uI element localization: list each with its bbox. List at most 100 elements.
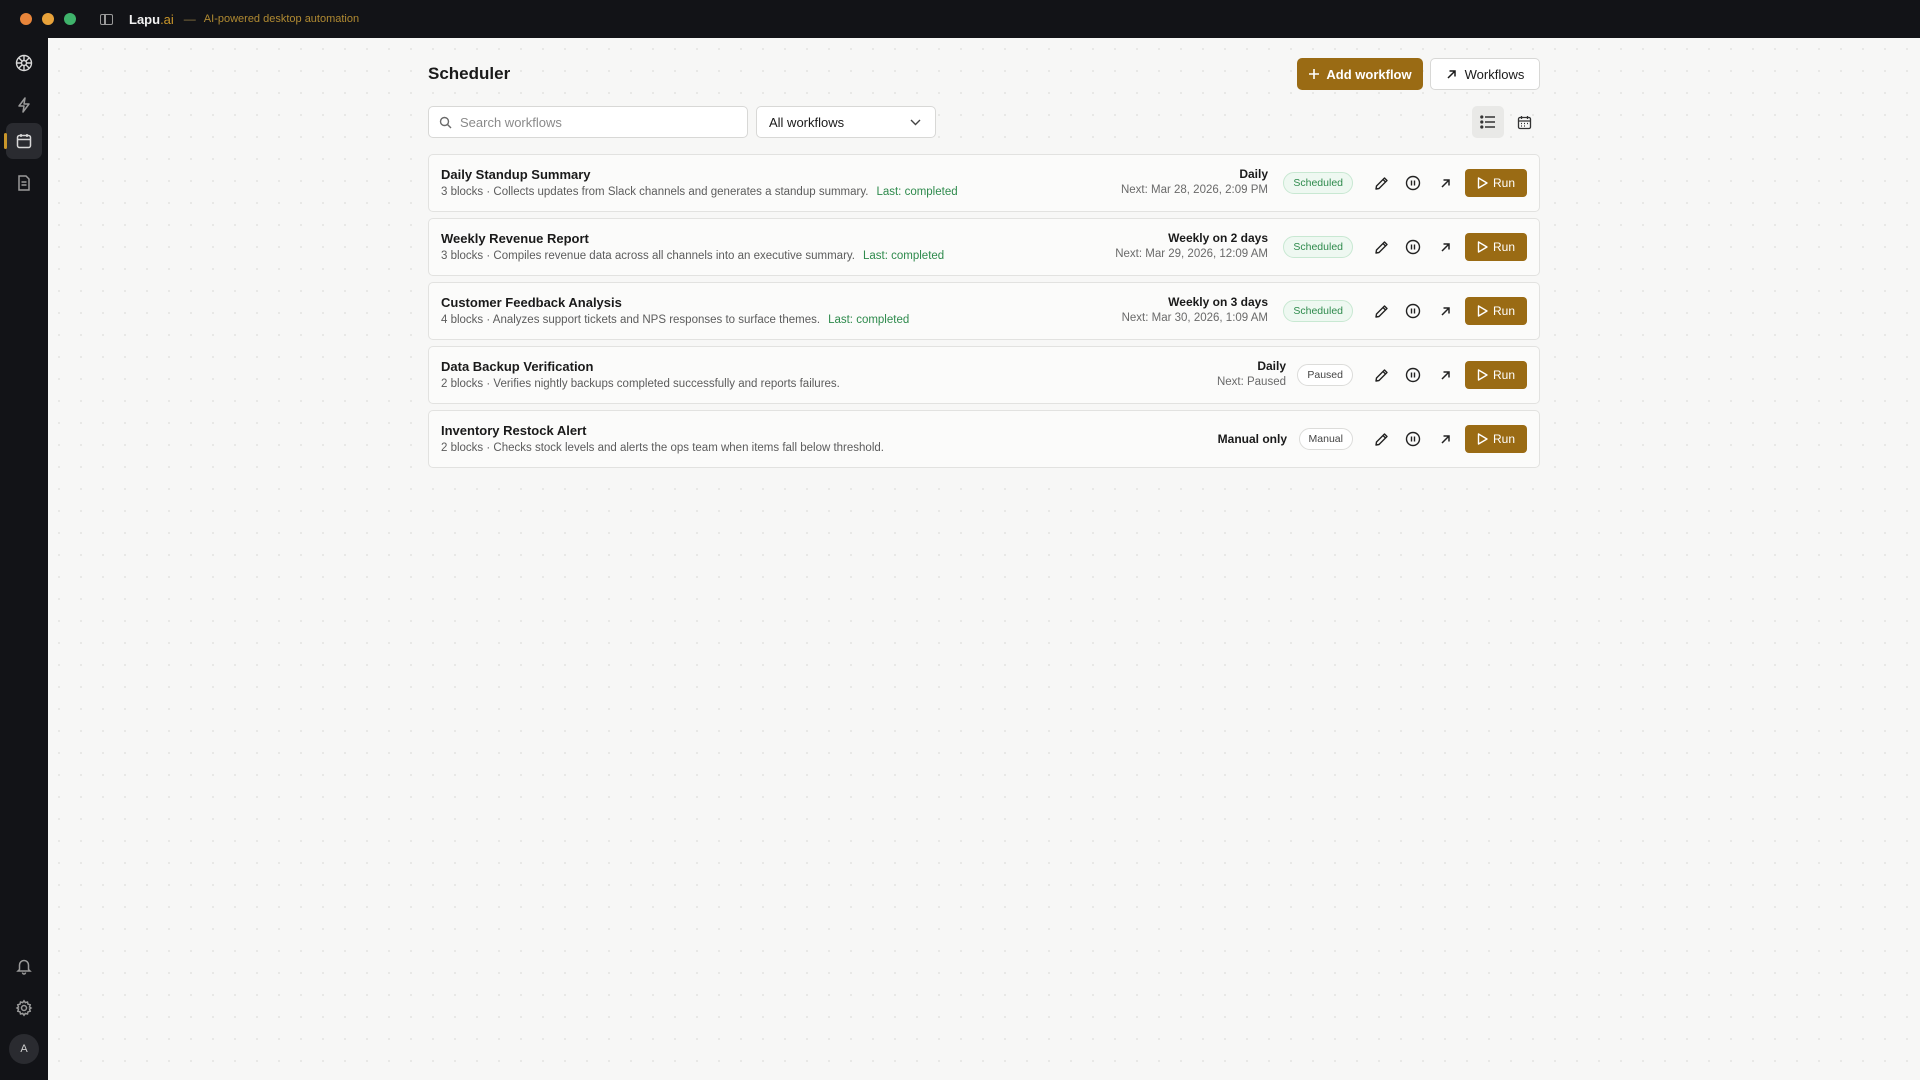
workflow-description-text: Verifies nightly backups completed succe… (493, 378, 840, 390)
search-field[interactable] (428, 106, 748, 138)
edit-button[interactable] (1370, 428, 1392, 450)
pause-button[interactable] (1402, 300, 1424, 322)
rail-item-scheduler[interactable] (4, 123, 42, 159)
search-input[interactable] (460, 114, 730, 130)
workflow-blocks: 2 blocks (441, 378, 484, 390)
run-button[interactable]: Run (1465, 361, 1527, 389)
workflow-description: 2 blocks · Checks stock levels and alert… (441, 442, 884, 454)
workflow-filter-select[interactable]: All workflows (756, 106, 936, 138)
workflow-description: 3 blocks · Collects updates from Slack c… (441, 186, 958, 198)
pause-button[interactable] (1402, 364, 1424, 386)
workflow-name: Daily Standup Summary (441, 167, 591, 182)
workflows-label: Workflows (1464, 66, 1525, 82)
app-tagline: AI-powered desktop automation (203, 13, 360, 25)
close-window-button[interactable] (20, 13, 32, 25)
rail-item-documents[interactable] (6, 165, 42, 201)
run-button[interactable]: Run (1465, 297, 1527, 325)
edit-button[interactable] (1370, 300, 1392, 322)
pause-circle-icon (1405, 175, 1421, 191)
play-icon (1477, 433, 1488, 445)
logo-icon (15, 54, 33, 72)
pause-button[interactable] (1402, 172, 1424, 194)
schedule-frequency: Weekly on 3 days (1168, 295, 1268, 309)
edit-button[interactable] (1370, 236, 1392, 258)
search-icon (439, 116, 452, 128)
next-run: Next: Paused (1216, 376, 1286, 388)
run-label: Run (1492, 368, 1515, 382)
calendar-view-button[interactable] (1508, 106, 1540, 138)
main-content: Scheduler Add workflow Workflows All wor… (48, 38, 1920, 1080)
pause-circle-icon (1405, 303, 1421, 319)
open-workflow-button[interactable] (1434, 236, 1456, 258)
workflow-list: Daily Standup Summary 3 blocks · Collect… (428, 154, 1540, 474)
workflow-name: Weekly Revenue Report (441, 231, 589, 246)
separator-dot: · (483, 442, 494, 454)
arrow-up-right-icon (1440, 242, 1450, 252)
workflow-row[interactable]: Data Backup Verification 2 blocks · Veri… (428, 346, 1540, 404)
edit-button[interactable] (1370, 172, 1392, 194)
app-name-text: Lapu (129, 11, 161, 27)
arrow-up-right-icon (1440, 434, 1450, 444)
open-workflow-button[interactable] (1434, 172, 1456, 194)
workflow-description: 4 blocks · Analyzes support tickets and … (441, 314, 909, 326)
separator-dot: · (483, 378, 494, 390)
rail-item-home[interactable] (6, 45, 42, 81)
list-view-button[interactable] (1472, 106, 1504, 138)
chevron-down-icon (910, 119, 921, 125)
last-run-status: Last: completed (863, 250, 945, 262)
pencil-icon (1374, 240, 1388, 254)
title-separator: — (183, 12, 196, 26)
open-workflow-button[interactable] (1434, 364, 1456, 386)
workflow-row[interactable]: Daily Standup Summary 3 blocks · Collect… (428, 154, 1540, 212)
workflow-row[interactable]: Customer Feedback Analysis 4 blocks · An… (428, 282, 1540, 340)
gear-icon (15, 999, 33, 1017)
run-button[interactable]: Run (1465, 425, 1527, 453)
rail-item-automations[interactable] (6, 87, 42, 123)
pencil-icon (1374, 432, 1388, 446)
sidebar-toggle-icon[interactable] (100, 13, 113, 25)
workflow-filter-value: All workflows (769, 114, 845, 130)
schedule-frequency: Weekly on 2 days (1168, 231, 1268, 245)
open-workflow-button[interactable] (1434, 428, 1456, 450)
calendar-icon (16, 134, 32, 149)
edit-button[interactable] (1370, 364, 1392, 386)
last-run-status: Last: completed (876, 186, 958, 198)
page-title: Scheduler (428, 64, 511, 83)
add-workflow-button[interactable]: Add workflow (1297, 58, 1423, 90)
schedule-info: Weekly on 3 days Next: Mar 30, 2026, 1:0… (1122, 295, 1268, 326)
rail-item-notifications[interactable] (6, 948, 42, 984)
schedule-info: Daily Next: Paused (1217, 359, 1286, 390)
minimize-window-button[interactable] (42, 13, 54, 25)
avatar[interactable]: A (9, 1034, 39, 1064)
pause-circle-icon (1405, 367, 1421, 383)
workflow-row[interactable]: Weekly Revenue Report 3 blocks · Compile… (428, 218, 1540, 276)
left-rail: A (0, 38, 48, 1080)
workflow-description-text: Collects updates from Slack channels and… (493, 186, 869, 198)
pencil-icon (1374, 368, 1388, 382)
rail-item-settings[interactable] (6, 990, 42, 1026)
run-button[interactable]: Run (1465, 169, 1527, 197)
workflow-row[interactable]: Inventory Restock Alert 2 blocks · Check… (428, 410, 1540, 468)
status-badge: Scheduled (1283, 172, 1353, 194)
status-badge: Paused (1297, 364, 1353, 386)
workflow-description-text: Checks stock levels and alerts the ops t… (493, 442, 884, 454)
arrow-up-right-icon (1447, 69, 1456, 79)
schedule-info: Weekly on 2 days Next: Mar 29, 2026, 12:… (1115, 231, 1268, 262)
pause-button[interactable] (1402, 428, 1424, 450)
last-run-status: Last: completed (828, 314, 910, 326)
workflows-button[interactable]: Workflows (1430, 58, 1540, 90)
app-name: Lapu.ai (129, 12, 174, 27)
play-icon (1477, 305, 1488, 317)
maximize-window-button[interactable] (64, 13, 76, 25)
run-button[interactable]: Run (1465, 233, 1527, 261)
app-name-suffix: .ai (160, 11, 174, 27)
separator-dot: · (483, 250, 494, 262)
arrow-up-right-icon (1440, 178, 1450, 188)
run-label: Run (1492, 240, 1515, 254)
list-icon (1480, 115, 1495, 129)
plus-icon (1309, 69, 1320, 79)
open-workflow-button[interactable] (1434, 300, 1456, 322)
pause-button[interactable] (1402, 236, 1424, 258)
workflow-name: Data Backup Verification (441, 359, 594, 374)
lightning-icon (18, 97, 30, 113)
